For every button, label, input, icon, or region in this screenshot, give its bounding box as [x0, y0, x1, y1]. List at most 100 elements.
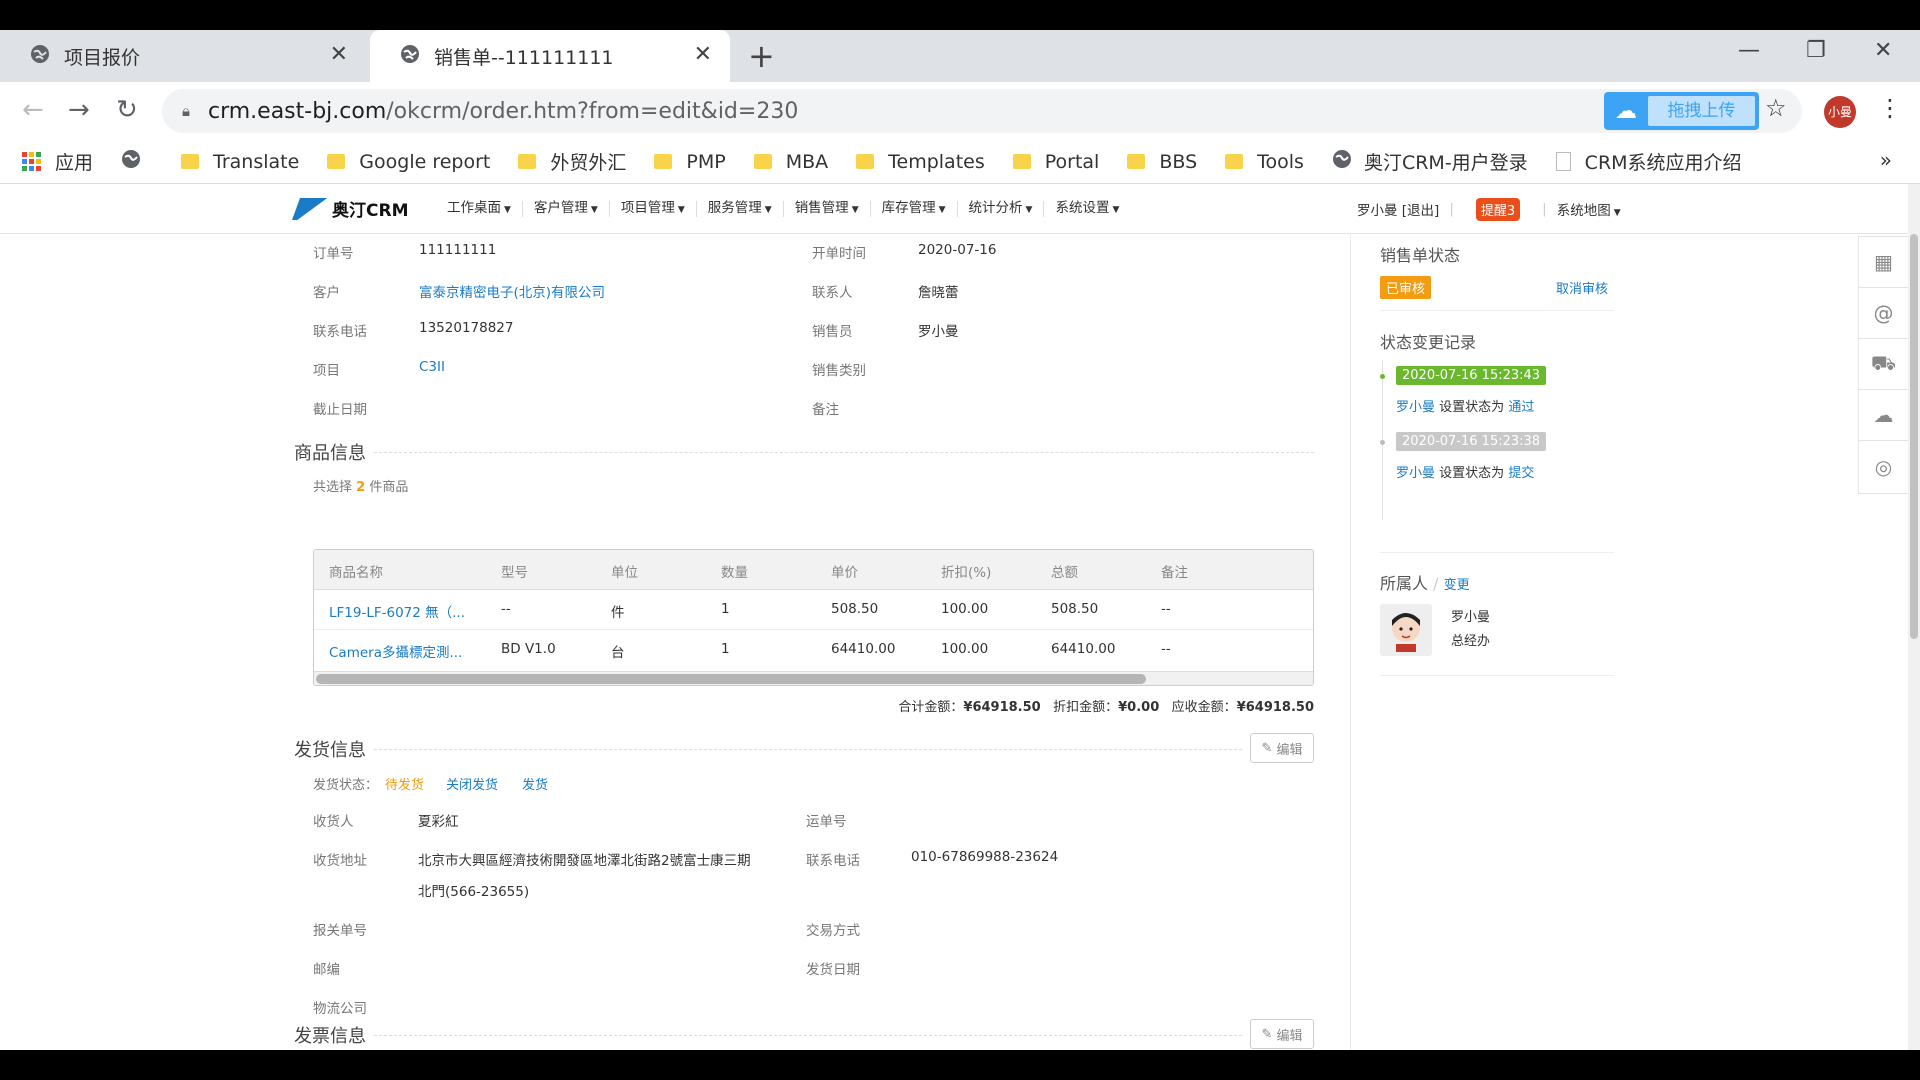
receiver-value: 夏彩紅	[418, 814, 459, 830]
close-icon[interactable]: ✕	[694, 44, 712, 66]
folder-icon	[654, 154, 673, 169]
close-shipping-link[interactable]: 关闭发货	[446, 774, 498, 793]
ship-date-label: 发货日期	[806, 962, 860, 978]
menu-sales[interactable]: 销售管理 ▼	[784, 201, 871, 217]
ship-link[interactable]: 发货	[522, 774, 548, 793]
address-toolbar: ← → ↻ 🔒︎ crm.east-bj.com/okcrm/order.htm…	[0, 82, 1920, 140]
invoice-edit-button[interactable]: ✎ 编辑	[1250, 1019, 1314, 1049]
table-cell: 100.00	[941, 641, 989, 657]
bookmark-google-report[interactable]: Google report	[327, 151, 490, 173]
close-window-icon[interactable]: ✕	[1874, 38, 1892, 63]
caret-down-icon: ▼	[1025, 205, 1033, 215]
restore-icon[interactable]: ❐	[1806, 38, 1826, 63]
bookmark-translate[interactable]: Translate	[181, 151, 299, 173]
caret-down-icon: ▼	[764, 205, 772, 215]
user-logout-link[interactable]: 罗小曼 [退出]	[1357, 199, 1439, 219]
menu-statistics[interactable]: 统计分析 ▼	[958, 201, 1045, 217]
sitemap-menu[interactable]: 系统地图 ▼	[1557, 199, 1621, 219]
page-vertical-scrollbar[interactable]	[1908, 184, 1920, 1050]
bookmark-star-icon[interactable]: ☆	[1765, 94, 1787, 122]
bookmark-templates[interactable]: Templates	[856, 151, 985, 173]
history-entry: 罗小曼 设置状态为 提交	[1396, 466, 1535, 481]
bookmark-pmp[interactable]: PMP	[654, 151, 726, 173]
new-tab-button[interactable]: +	[748, 38, 775, 74]
forward-icon[interactable]: →	[68, 96, 90, 124]
order-no-value: 111111111	[419, 242, 497, 258]
bookmark-crm-intro[interactable]: CRM系统应用介绍	[1555, 148, 1742, 175]
side-toolbar: ▦ @ ⛟ ☁ ◎	[1858, 236, 1908, 494]
goods-section-title: 商品信息	[294, 443, 366, 464]
invoice-section-title: 发票信息	[294, 1026, 366, 1047]
menu-projects[interactable]: 项目管理 ▼	[610, 201, 697, 217]
bookmark-mba[interactable]: MBA	[753, 151, 828, 173]
cancel-approve-link[interactable]: 取消审核	[1556, 278, 1608, 297]
bookmark-portal[interactable]: Portal	[1012, 151, 1099, 173]
caret-down-icon: ▼	[677, 205, 685, 215]
product-name-link[interactable]: Camera多攝標定測...	[329, 641, 462, 661]
goods-table: 商品名称 型号 单位 数量 单价 折扣(%) 总额 备注 LF19-LF-607…	[313, 549, 1314, 686]
owner-name: 罗小曼	[1451, 610, 1491, 625]
menu-customers[interactable]: 客户管理 ▼	[523, 201, 610, 217]
divider	[1380, 310, 1614, 311]
header-cell: 单位	[611, 565, 638, 581]
receiver-label: 收货人	[313, 814, 354, 830]
remind-badge[interactable]: 提醒3	[1475, 197, 1521, 221]
profile-avatar[interactable]: 小曼	[1824, 96, 1856, 128]
section-divider	[374, 452, 1314, 453]
contact-phone-label: 联系电话	[806, 853, 860, 869]
status-badge: 已审核	[1380, 276, 1432, 299]
menu-service[interactable]: 服务管理 ▼	[697, 201, 784, 217]
reload-icon[interactable]: ↻	[116, 96, 138, 124]
menu-inventory[interactable]: 库存管理 ▼	[871, 201, 958, 217]
scrollbar-thumb[interactable]	[1910, 234, 1918, 639]
minimize-icon[interactable]: —	[1738, 38, 1760, 63]
more-bookmarks-icon[interactable]: »	[1880, 148, 1892, 172]
product-name-link[interactable]: LF19-LF-6072 無（...	[329, 601, 465, 621]
tab-project-quote[interactable]: 项目报价 ✕	[0, 30, 366, 82]
logistics-label: 物流公司	[313, 1001, 367, 1017]
bookmark-apps[interactable]: 应用	[0, 148, 93, 175]
crm-main-menu: 工作桌面 ▼ 客户管理 ▼ 项目管理 ▼ 服务管理 ▼ 销售管理 ▼ 库存管理 ▼ 统计分析…	[436, 184, 1130, 234]
table-cell: 64410.00	[831, 641, 896, 657]
table-cell: 508.50	[831, 601, 879, 617]
order-no-label: 订单号	[313, 246, 354, 262]
address-line-2: 北門(566-23655)	[418, 884, 530, 900]
upload-button[interactable]: ☁ 拖拽上传	[1604, 92, 1759, 130]
bookmark-bbs[interactable]: BBS	[1127, 151, 1197, 173]
cloud-icon: ☁	[1615, 98, 1637, 124]
change-owner-link[interactable]: 变更	[1444, 578, 1470, 593]
waybill-label: 运单号	[806, 814, 847, 830]
at-sign-icon[interactable]: @	[1859, 288, 1908, 339]
close-icon[interactable]: ✕	[330, 44, 348, 66]
table-horizontal-scrollbar[interactable]	[314, 671, 1313, 685]
browser-menu-icon[interactable]: ⋮	[1878, 94, 1902, 122]
target-icon[interactable]: ◎	[1859, 441, 1908, 492]
bookmark-tools[interactable]: Tools	[1225, 151, 1304, 173]
address-bar[interactable]: 🔒︎ crm.east-bj.com/okcrm/order.htm?from=…	[162, 89, 1802, 133]
customer-link[interactable]: 富泰京精密电子(北京)有限公司	[419, 281, 605, 301]
deadline-label: 截止日期	[313, 402, 367, 418]
menu-settings[interactable]: 系统设置 ▼	[1044, 201, 1130, 217]
tab-sales-order[interactable]: 销售单--111111111 ✕	[370, 30, 730, 82]
sales-value: 罗小曼	[918, 324, 959, 340]
cloud-icon[interactable]: ☁	[1859, 390, 1908, 441]
menu-workdesk[interactable]: 工作桌面 ▼	[436, 201, 523, 217]
caret-down-icon: ▼	[851, 205, 859, 215]
calculator-icon[interactable]: ▦	[1859, 237, 1908, 288]
bookmark-forex[interactable]: 外贸外汇	[518, 148, 626, 175]
bookmark-globe[interactable]	[121, 149, 153, 174]
scrollbar-thumb[interactable]	[316, 674, 1146, 684]
crm-logo[interactable]: 奥汀CRM	[291, 196, 408, 221]
sales-label: 销售员	[812, 324, 853, 340]
divider: |	[1449, 201, 1454, 217]
truck-icon[interactable]: ⛟	[1859, 339, 1908, 390]
project-link[interactable]: C3II	[419, 359, 445, 375]
url-text: crm.east-bj.com/okcrm/order.htm?from=edi…	[207, 98, 799, 124]
remark-label: 备注	[812, 402, 839, 418]
back-icon[interactable]: ←	[22, 96, 44, 124]
trade-label: 交易方式	[806, 923, 860, 939]
bookmark-crm-login[interactable]: 奥汀CRM-用户登录	[1332, 148, 1528, 175]
crm-page: 奥汀CRM 工作桌面 ▼ 客户管理 ▼ 项目管理 ▼ 服务管理 ▼ 销售管理 ▼ 库存管理…	[0, 184, 1920, 1050]
shipping-edit-button[interactable]: ✎ 编辑	[1250, 733, 1314, 763]
table-cell: --	[1161, 641, 1171, 657]
